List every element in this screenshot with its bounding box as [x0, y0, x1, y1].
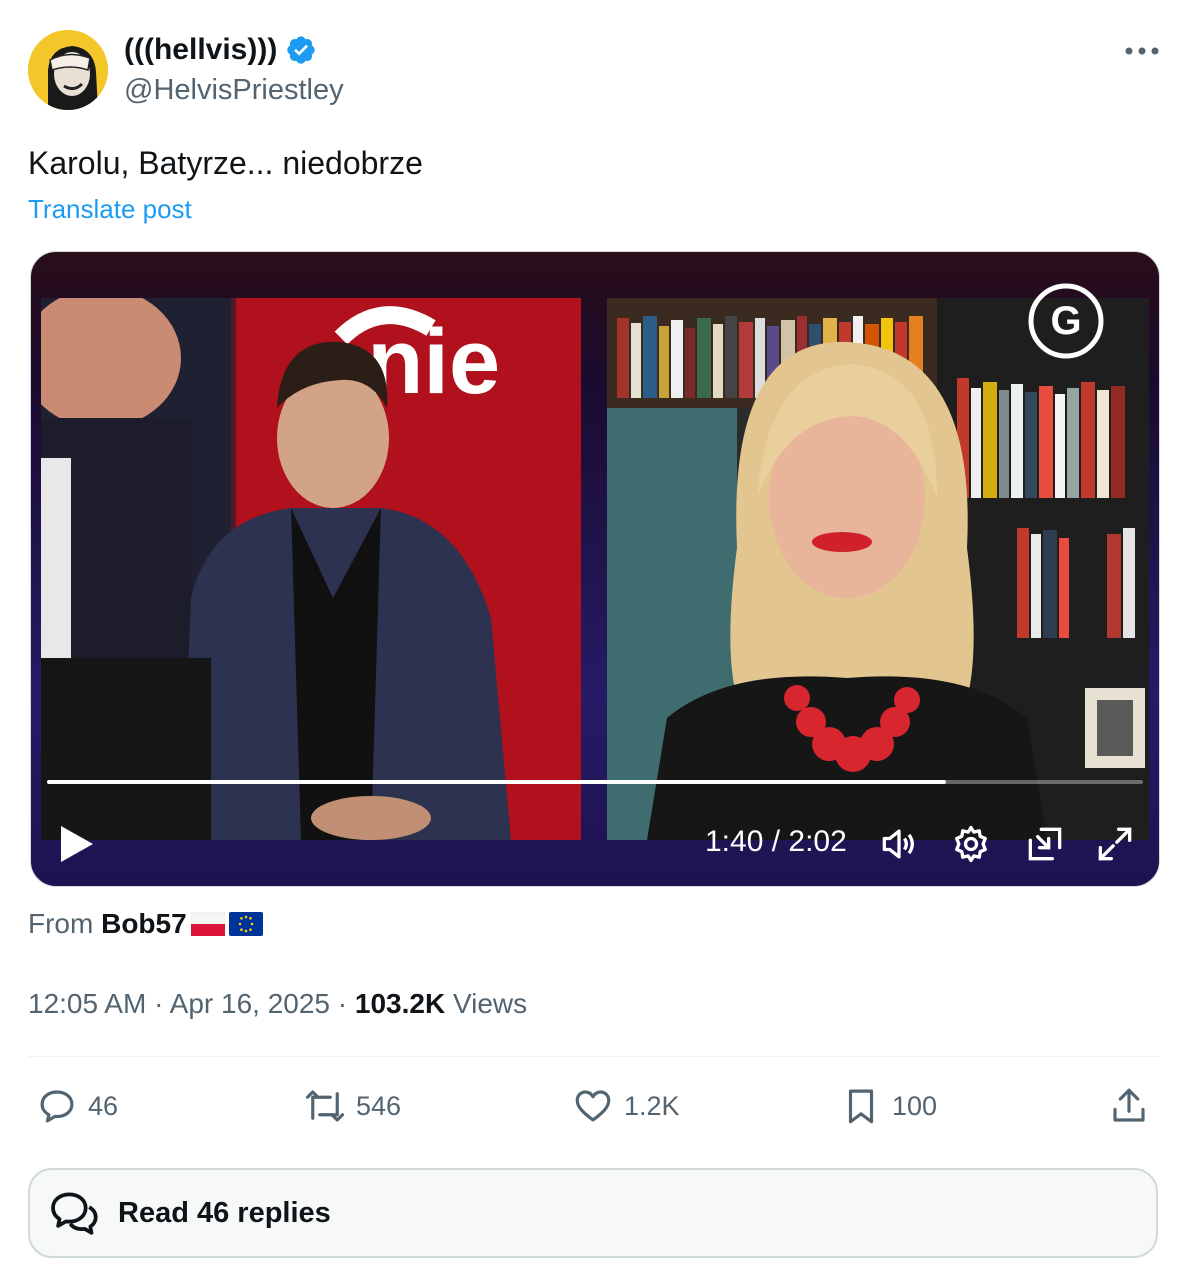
studio-host-image: onie: [41, 298, 581, 840]
read-replies-label: Read 46 replies: [118, 1196, 331, 1229]
conversation-icon: [51, 1192, 98, 1235]
video-duration: 2:02: [788, 825, 847, 858]
channel-logo-text: G: [1050, 299, 1081, 343]
share-button[interactable]: [1108, 1082, 1150, 1130]
translate-post-link[interactable]: Translate post: [28, 192, 192, 226]
reply-icon: [40, 1090, 74, 1123]
views-count: 103.2K: [354, 988, 446, 1019]
like-count: 1.2K: [624, 1090, 680, 1121]
channel-logo: G: [1027, 282, 1105, 360]
bookmark-count: 100: [892, 1090, 938, 1121]
repost-count: 546: [356, 1090, 402, 1121]
post-time[interactable]: 12:05 AM: [28, 988, 146, 1019]
author-handle[interactable]: @HelvisPriestley: [124, 72, 344, 108]
bookmark-button[interactable]: 100: [840, 1082, 937, 1130]
like-button[interactable]: 1.2K: [572, 1082, 680, 1130]
avatar[interactable]: [28, 30, 108, 110]
settings-icon[interactable]: [949, 822, 993, 866]
reply-button[interactable]: 46: [36, 1082, 118, 1130]
post-meta: 12:05 AM · Apr 16, 2025 · 103.2K Views: [28, 988, 528, 1019]
video-source[interactable]: From Bob57: [28, 906, 263, 942]
video-time: 1:40 / 2:02: [705, 825, 847, 858]
video-frame-right-guest: [607, 298, 1149, 840]
source-name[interactable]: Bob57: [101, 908, 187, 939]
video-player[interactable]: onie G 1:40 / 2:02: [30, 251, 1160, 887]
video-progress-fill: [47, 780, 946, 784]
verified-badge-icon: [287, 36, 315, 64]
more-options-icon[interactable]: [1122, 32, 1162, 68]
post-text: Karolu, Batyrze... niedobrze: [28, 145, 423, 181]
author-display-name[interactable]: (((hellvis))): [124, 30, 277, 70]
reply-count: 46: [88, 1090, 119, 1121]
play-icon[interactable]: [59, 824, 95, 864]
source-prefix: From: [28, 908, 94, 939]
volume-icon[interactable]: [877, 822, 921, 866]
flag-poland-icon: [190, 909, 225, 936]
repost-button[interactable]: 546: [304, 1082, 401, 1130]
read-replies-button[interactable]: Read 46 replies: [28, 1168, 1158, 1258]
video-frame-left-host: onie: [41, 298, 581, 840]
author-display-name-row[interactable]: (((hellvis))): [124, 30, 317, 70]
flag-eu-icon: [228, 909, 263, 936]
pip-icon[interactable]: [1023, 822, 1067, 866]
avatar-facepalm-icon: [28, 30, 108, 110]
fullscreen-icon[interactable]: [1093, 822, 1137, 866]
guest-image: [607, 298, 1149, 840]
bookmark-icon: [848, 1089, 874, 1124]
views-label: Views: [452, 988, 528, 1019]
divider: [28, 1056, 1160, 1057]
post-date[interactable]: Apr 16, 2025: [170, 988, 330, 1019]
share-icon: [1113, 1088, 1145, 1122]
heart-icon: [575, 1090, 611, 1122]
repost-icon: [305, 1090, 345, 1122]
video-current-time: 1:40: [705, 825, 764, 858]
